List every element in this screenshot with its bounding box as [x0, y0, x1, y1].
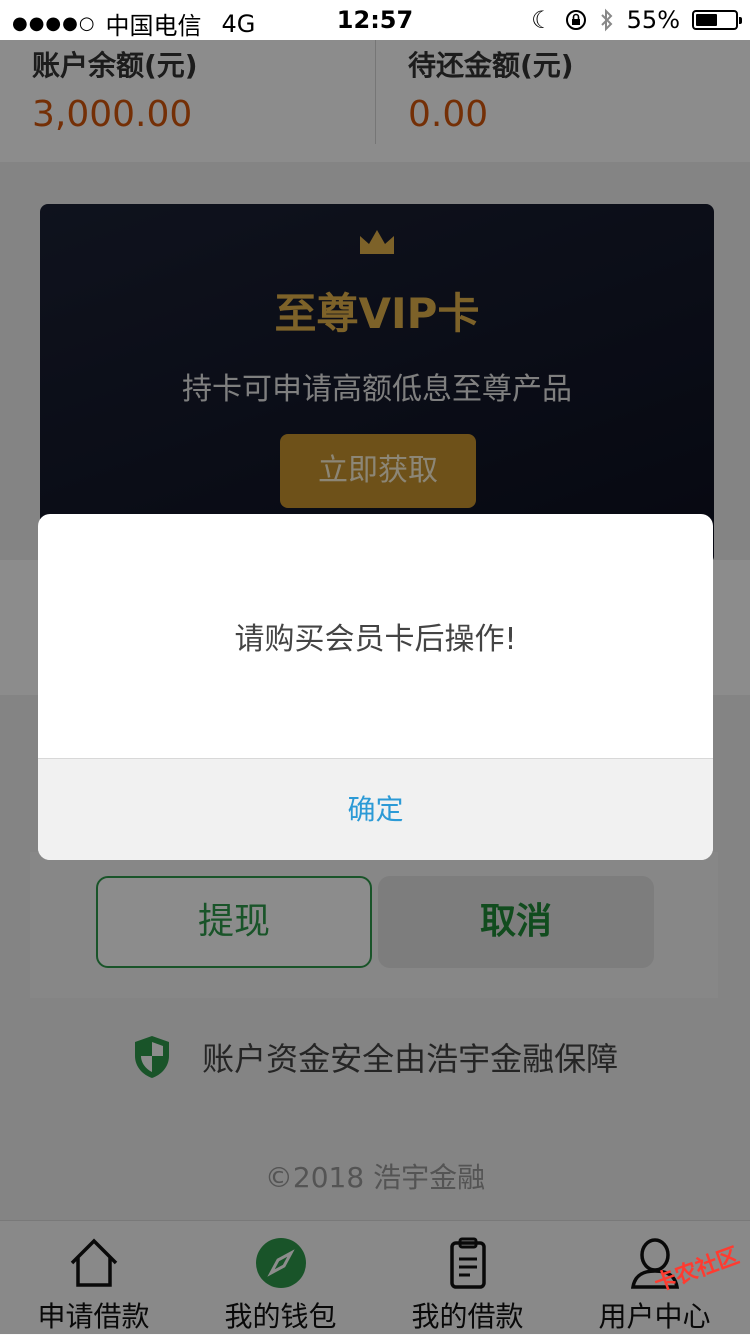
bluetooth-icon: [600, 8, 613, 32]
alert-message: 请购买会员卡后操作!: [234, 622, 517, 657]
status-bar: ●●●●○ 中国电信 4G 12:57 ☾ 55%: [0, 0, 750, 40]
rotation-lock-icon: [565, 10, 586, 30]
moon-icon: ☾: [531, 6, 553, 34]
battery-percent: 55%: [626, 6, 680, 34]
confirm-button[interactable]: 确定: [38, 759, 713, 860]
alert-dialog: 请购买会员卡后操作! 确定: [38, 514, 713, 860]
battery-icon: [692, 10, 742, 30]
alert-footer: 确定: [38, 758, 713, 860]
status-right: ☾ 55%: [531, 6, 742, 34]
battery-fill: [696, 14, 717, 26]
